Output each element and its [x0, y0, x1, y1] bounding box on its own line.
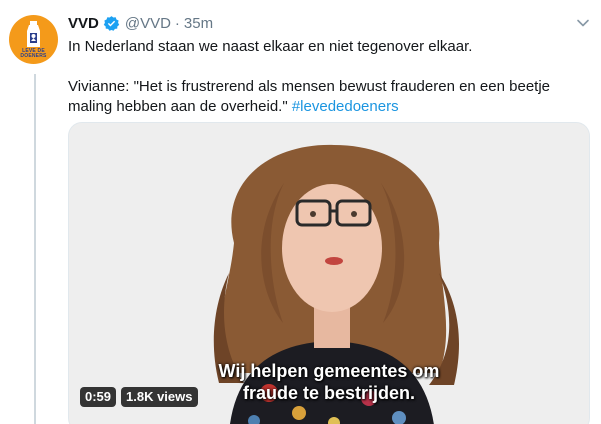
- avatar-text-line2: DOENERS: [20, 53, 47, 59]
- video-duration-badge: 0:59: [80, 387, 117, 407]
- tweet-header: VVD @VVD · 35m: [68, 13, 213, 33]
- tweet-line-2: Vivianne: "Het is frustrerend als mensen…: [68, 77, 588, 117]
- separator-dot: ·: [174, 14, 180, 32]
- tweet-line-1: In Nederland staan we naast elkaar en ni…: [68, 38, 473, 55]
- author-handle[interactable]: @VVD: [125, 15, 171, 32]
- timestamp[interactable]: 35m: [184, 15, 213, 32]
- tweet-text: In Nederland staan we naast elkaar en ni…: [68, 37, 588, 117]
- video-player[interactable]: Wij helpen gemeentes om fraude te bestri…: [68, 122, 590, 424]
- video-subtitle-line1: Wij helpen gemeentes om: [218, 361, 440, 381]
- chevron-down-icon[interactable]: [576, 16, 590, 30]
- avatar[interactable]: LEVE DE DOENERS: [9, 15, 58, 64]
- author-name[interactable]: VVD: [68, 15, 99, 32]
- video-views-badge: 1.8K views: [121, 387, 198, 407]
- hashtag-link[interactable]: #levededoeners: [292, 98, 399, 115]
- thread-line: [34, 74, 36, 424]
- video-subtitle-line2: fraude te bestrijden.: [242, 383, 416, 403]
- verified-badge-icon: [103, 15, 120, 31]
